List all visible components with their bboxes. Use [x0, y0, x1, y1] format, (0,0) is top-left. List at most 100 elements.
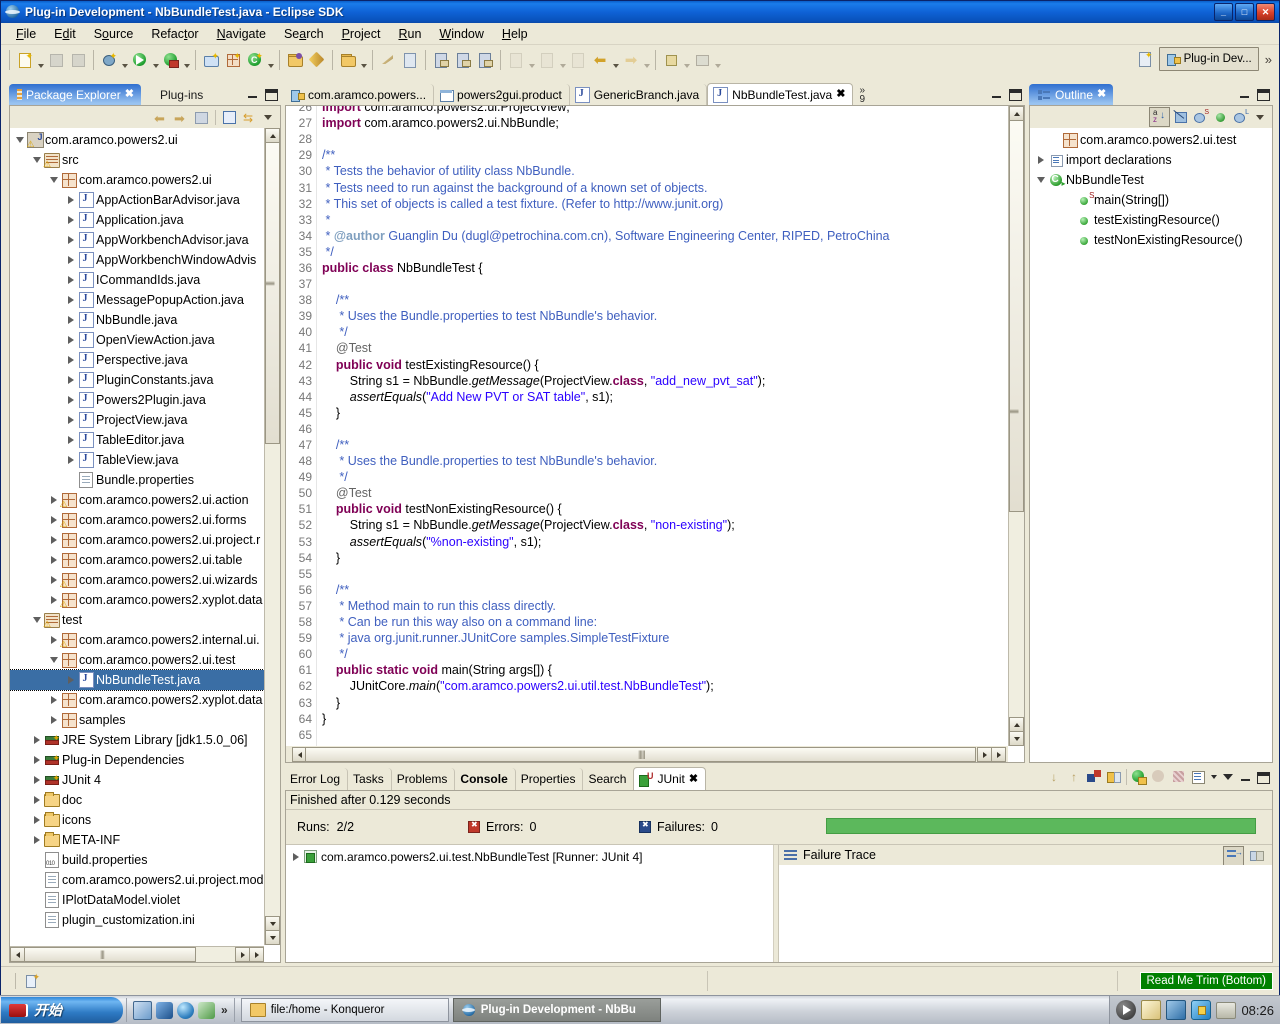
expand-arrow-icon[interactable]	[64, 236, 77, 244]
maximize-icon[interactable]	[264, 88, 277, 101]
editor-trim-icon[interactable]: ✦	[24, 973, 40, 989]
outline-row[interactable]: testNonExistingResource()	[1030, 230, 1272, 250]
next-failure-icon[interactable]: ↓	[1046, 769, 1062, 785]
tab-search[interactable]: Search	[583, 768, 633, 790]
back-arrow-icon[interactable]: ⬅	[589, 49, 611, 71]
tree-row[interactable]: IPlotDataModel.violet	[10, 890, 264, 910]
tree-row[interactable]: doc	[10, 790, 264, 810]
doc-grid-icon[interactable]	[399, 49, 421, 71]
expand-arrow-icon[interactable]	[64, 256, 77, 264]
view-menu-filter-icon[interactable]: ⇆	[241, 109, 258, 125]
open-type-icon[interactable]: ✦	[200, 49, 222, 71]
prev-annotation-icon[interactable]	[452, 49, 474, 71]
tree-row[interactable]: ⚠com.aramco.powers2.ui.action	[10, 490, 264, 510]
tree-row[interactable]: TableView.java	[10, 450, 264, 470]
compare-result-icon[interactable]	[1248, 847, 1266, 865]
tab-error-log[interactable]: Error Log	[285, 768, 348, 790]
editor-vscrollbar[interactable]: |||	[1008, 106, 1024, 746]
expand-arrow-icon[interactable]	[30, 736, 43, 744]
junit-view-menu-icon[interactable]	[1221, 769, 1235, 785]
expand-arrow-icon[interactable]	[64, 676, 77, 684]
tab-tasks[interactable]: Tasks	[348, 768, 392, 790]
debug-bug-icon[interactable]: ✦	[98, 49, 120, 71]
tree-row[interactable]: OpenViewAction.java	[10, 330, 264, 350]
expand-arrow-icon[interactable]	[30, 836, 43, 844]
view-menu-list-icon[interactable]	[1191, 769, 1207, 785]
expand-arrow-icon[interactable]	[64, 456, 77, 464]
package-explorer-tree[interactable]: ⚠com.aramco.powers2.ui⚠srccom.aramco.pow…	[10, 128, 264, 945]
hide-static-icon[interactable]: S	[1193, 109, 1210, 125]
rerun-test-icon[interactable]	[1131, 769, 1147, 785]
tree-row[interactable]: com.aramco.powers2.ui.project.mod	[10, 870, 264, 890]
pin-dropdown-icon[interactable]	[682, 46, 691, 75]
printer-icon[interactable]	[1216, 1002, 1236, 1019]
outline-row[interactable]: com.aramco.powers2.ui.test	[1030, 130, 1272, 150]
collapse-arrow-icon[interactable]	[47, 177, 60, 183]
tree-row[interactable]: MessagePopupAction.java	[10, 290, 264, 310]
collapse-arrow-icon[interactable]	[30, 157, 43, 163]
save-all-icon[interactable]	[67, 49, 89, 71]
scroll-left-button[interactable]	[10, 947, 25, 962]
expand-arrow-icon[interactable]	[1034, 156, 1047, 164]
start-button[interactable]: 开始	[1, 997, 123, 1023]
close-icon[interactable]: ✖	[1097, 89, 1106, 100]
tree-row[interactable]: com.aramco.powers2.xyplot.data	[10, 690, 264, 710]
tree-row[interactable]: ⚠test	[10, 610, 264, 630]
menu-refactor[interactable]: Refactor	[142, 25, 207, 43]
tree-row[interactable]: ⚠com.aramco.powers2.ui.forms	[10, 510, 264, 530]
netscape-icon[interactable]	[156, 1002, 173, 1019]
scroll-up-button[interactable]	[1009, 106, 1024, 121]
java-editor[interactable]: 26import com.aramco.powers2.ui.ProjectVi…	[285, 105, 1025, 763]
expand-arrow-icon[interactable]	[64, 416, 77, 424]
step-over-dropdown-icon[interactable]	[558, 46, 567, 75]
minimize-icon[interactable]	[246, 88, 259, 101]
klipper-icon[interactable]	[1141, 1000, 1161, 1020]
tree-row[interactable]: build.properties	[10, 850, 264, 870]
expand-arrow-icon[interactable]	[47, 576, 60, 584]
view-menu-arrow-icon[interactable]	[1211, 775, 1217, 779]
show-desktop-icon[interactable]	[133, 1001, 152, 1020]
scroll-end-button-h[interactable]	[991, 747, 1006, 762]
open-perspective-icon[interactable]: ✦	[1134, 48, 1156, 70]
step-over-icon[interactable]	[536, 49, 558, 71]
outline-row[interactable]: testExistingResource()	[1030, 210, 1272, 230]
run-green-play-icon[interactable]	[129, 49, 151, 71]
tree-row[interactable]: ⚠com.aramco.powers2.ui.wizards	[10, 570, 264, 590]
previous-failure-icon[interactable]: ↑	[1066, 769, 1082, 785]
back-dropdown-icon[interactable]	[611, 46, 620, 75]
tab-product-file[interactable]: powers2gui.product	[434, 84, 570, 105]
tree-row[interactable]: NbBundle.java	[10, 310, 264, 330]
mark-dropdown-icon[interactable]	[713, 46, 722, 75]
menu-window[interactable]: Window	[430, 25, 492, 43]
expand-arrow-icon[interactable]	[64, 396, 77, 404]
hide-nonpublic-icon[interactable]	[1213, 109, 1230, 125]
expand-arrow-icon[interactable]	[64, 336, 77, 344]
mark-occurrences-icon[interactable]	[691, 49, 713, 71]
tab-outline[interactable]: Outline ✖	[1029, 84, 1113, 105]
expand-arrow-icon[interactable]	[64, 436, 77, 444]
pin-icon[interactable]	[660, 49, 682, 71]
external-tools-dropdown-icon[interactable]	[182, 46, 191, 75]
tree-row[interactable]: AppActionBarAdvisor.java	[10, 190, 264, 210]
back-arrow-icon[interactable]: ⬅	[153, 109, 170, 125]
tab-plugin-manifest[interactable]: com.aramco.powers...	[285, 84, 434, 105]
tree-row[interactable]: com.aramco.powers2.ui	[10, 170, 264, 190]
folder-new-dropdown-icon[interactable]	[359, 46, 368, 75]
scroll-up-button[interactable]	[265, 128, 280, 143]
scroll-thumb[interactable]	[265, 142, 280, 444]
tree-row[interactable]: ✦JRE System Library [jdk1.5.0_06]	[10, 730, 264, 750]
menu-navigate[interactable]: Navigate	[208, 25, 275, 43]
test-tree-row[interactable]: com.aramco.powers2.ui.test.NbBundleTest …	[286, 847, 778, 867]
expand-arrow-icon[interactable]	[30, 816, 43, 824]
editor-tab-overflow[interactable]: » 9	[853, 84, 871, 105]
tree-row[interactable]: com.aramco.powers2.ui.table	[10, 550, 264, 570]
expand-arrow-icon[interactable]	[47, 536, 60, 544]
open-folder-icon[interactable]	[284, 49, 306, 71]
editor-hscrollbar[interactable]: |||||	[286, 746, 1008, 762]
maximize-button[interactable]: □	[1235, 3, 1254, 21]
new-file-dropdown-icon[interactable]	[36, 46, 45, 75]
minimize-icon[interactable]	[1239, 771, 1252, 784]
scroll-down-button[interactable]	[1009, 717, 1024, 732]
close-icon[interactable]: ✖	[125, 89, 134, 100]
scroll-right-button[interactable]	[235, 947, 250, 962]
